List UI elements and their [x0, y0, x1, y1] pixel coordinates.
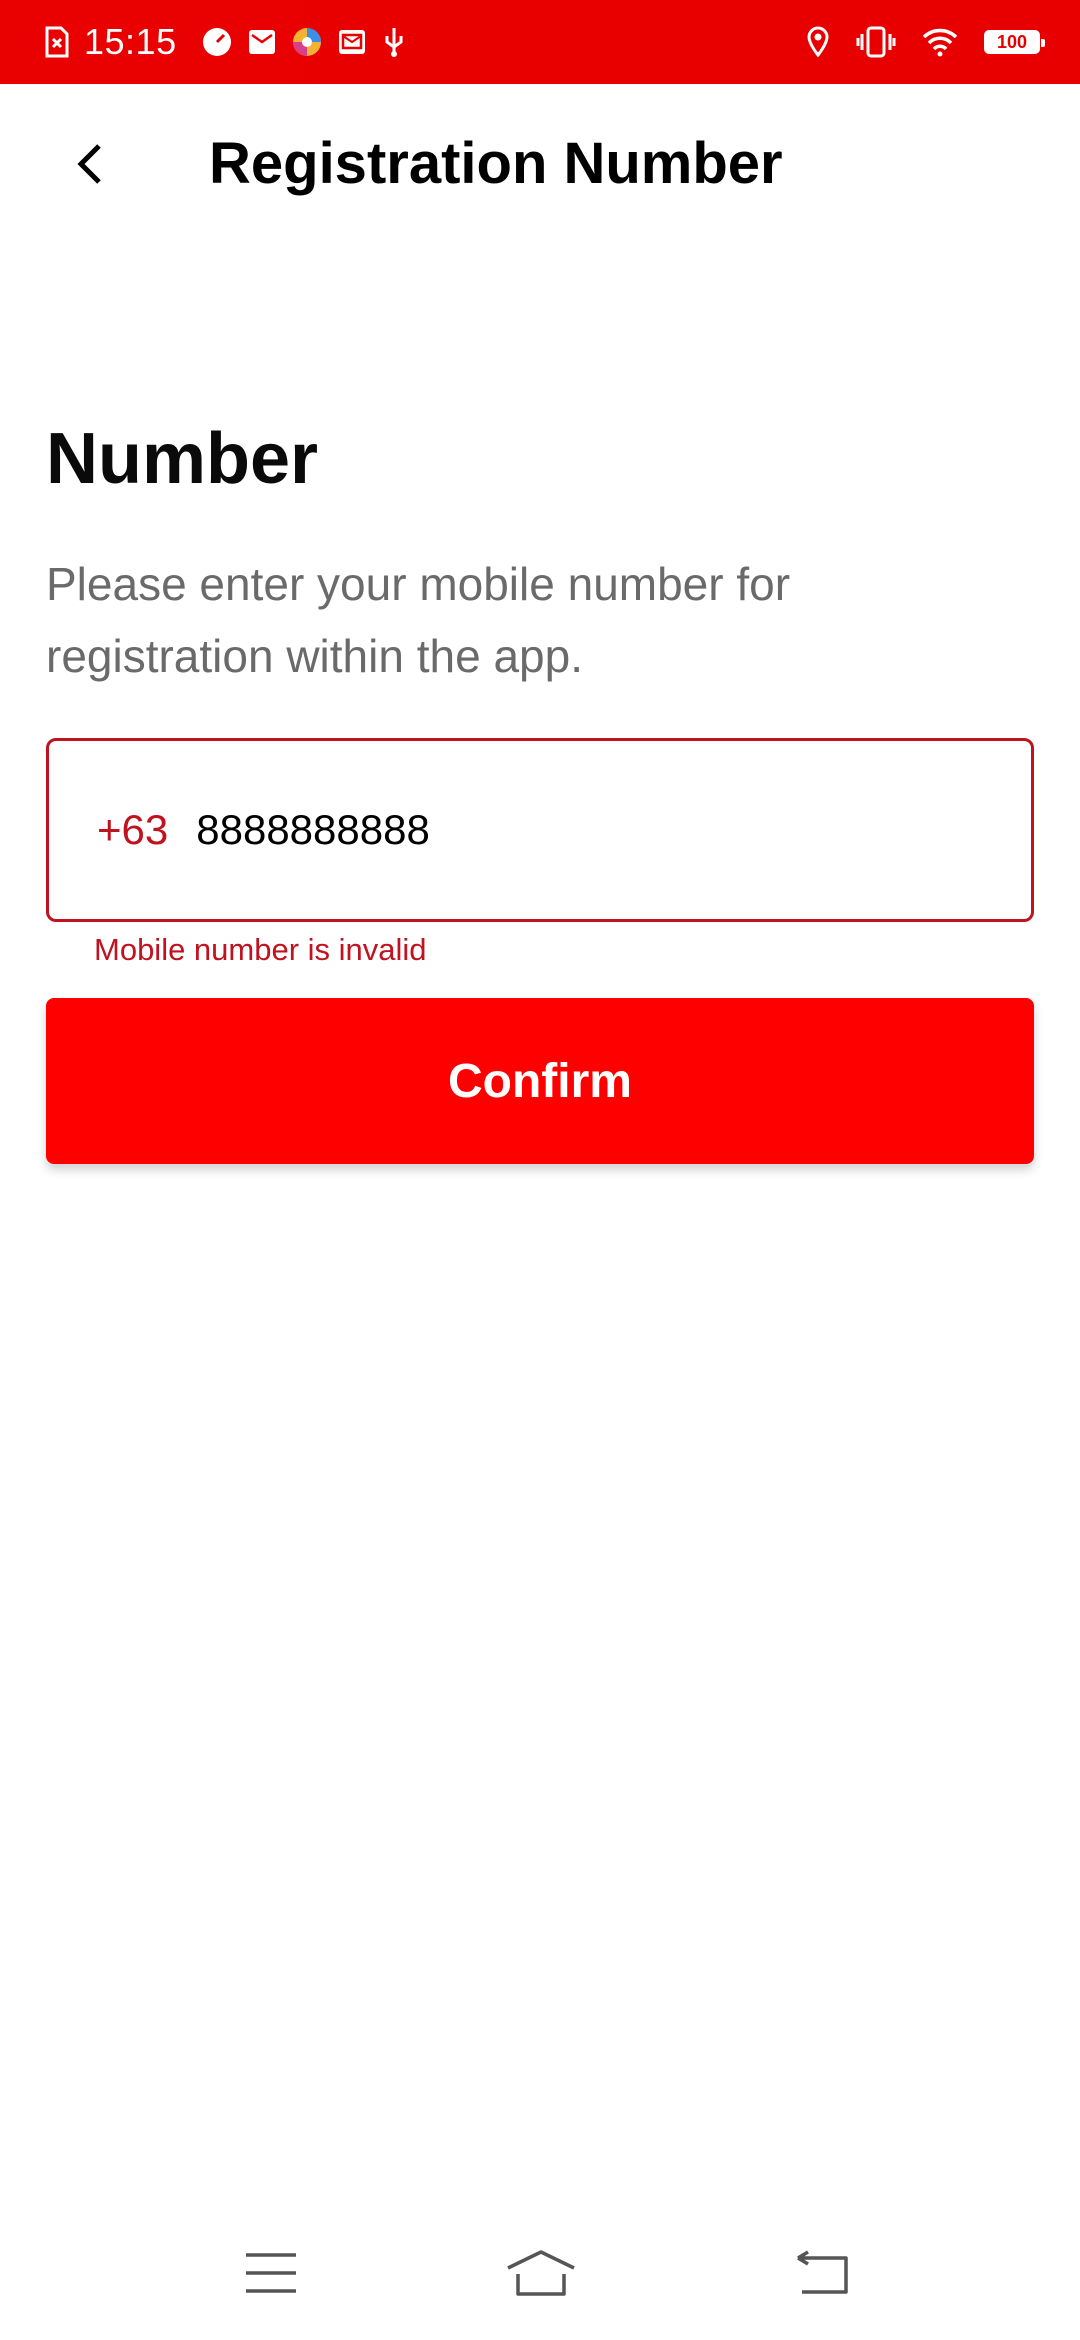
status-bar-right: 100: [806, 0, 1045, 84]
page-title: Registration Number: [209, 131, 783, 196]
phone-number-field[interactable]: +63: [46, 738, 1034, 922]
chevron-left-icon: [75, 142, 105, 191]
sim-error-icon: [44, 26, 70, 58]
wifi-icon: [922, 27, 958, 57]
system-nav-bar: [0, 2200, 1080, 2340]
section-heading: Number: [46, 419, 319, 499]
usb-icon: [381, 26, 407, 58]
clock: 15:15: [84, 21, 177, 62]
location-icon: [806, 26, 830, 58]
battery-icon: 100: [984, 30, 1045, 54]
mail-icon: [247, 27, 277, 57]
menu-icon: [244, 2251, 298, 2300]
status-bar-left: 15:15: [44, 0, 407, 84]
nav-back-button[interactable]: [778, 2240, 868, 2310]
email-icon: [337, 27, 367, 57]
back-nav-icon: [794, 2249, 852, 2301]
error-message: Mobile number is invalid: [94, 932, 427, 967]
nav-home-button[interactable]: [496, 2240, 586, 2310]
country-code[interactable]: +63: [97, 806, 168, 854]
vibrate-icon: [856, 26, 896, 58]
browser-icon: [291, 26, 323, 58]
app-bar: Registration Number: [0, 84, 1080, 254]
status-bar: 15:15 100: [0, 0, 1080, 84]
back-button[interactable]: [60, 136, 120, 196]
speed-icon: [201, 26, 233, 58]
description-text: Please enter your mobile number for regi…: [46, 558, 791, 682]
confirm-button[interactable]: Confirm: [46, 998, 1034, 1164]
phone-number-input[interactable]: [196, 806, 957, 854]
home-icon: [504, 2248, 578, 2303]
nav-menu-button[interactable]: [226, 2240, 316, 2310]
